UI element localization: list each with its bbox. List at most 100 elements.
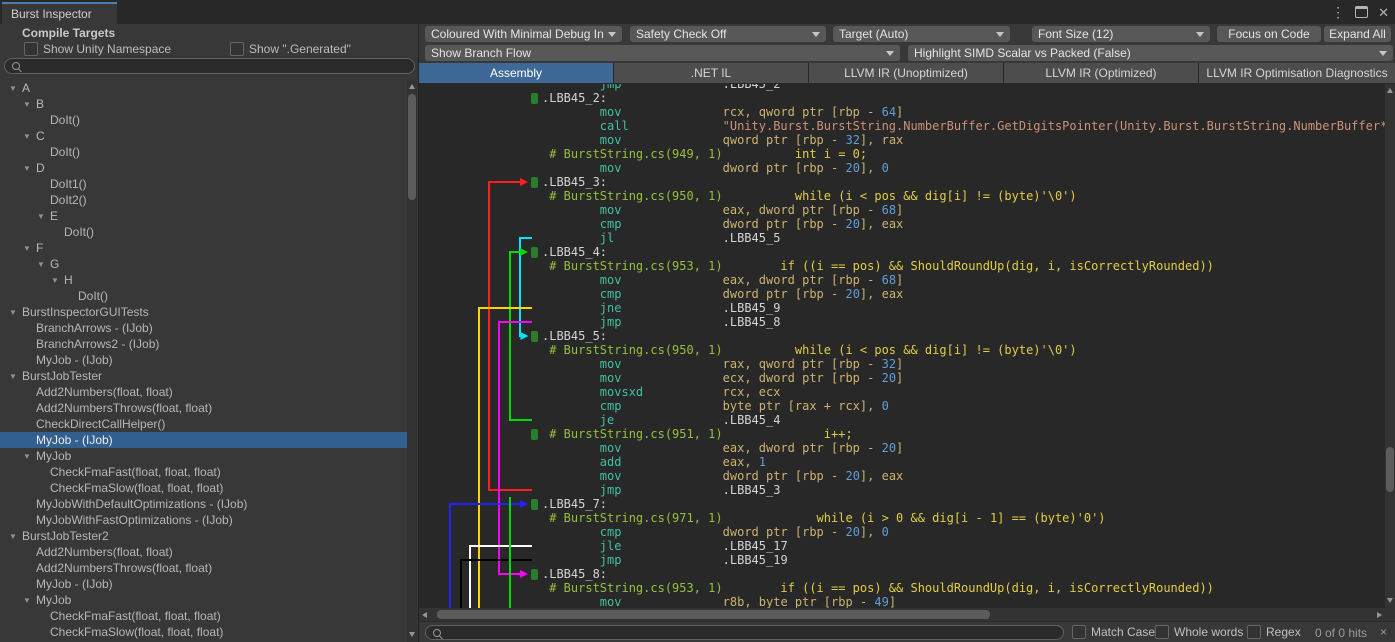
checkbox-icon[interactable] bbox=[1247, 625, 1261, 639]
tree-item-label: MyJob bbox=[36, 449, 71, 463]
tree-item[interactable]: ▼G bbox=[0, 256, 407, 272]
match-case-checkbox[interactable]: Match Case bbox=[1072, 625, 1155, 639]
tab-llvm-ir-optimized[interactable]: LLVM IR (Optimized) bbox=[1004, 63, 1198, 83]
assembly-code-view[interactable]: jmp .LBB45_2.LBB45_2: mov rcx, qword ptr… bbox=[419, 84, 1385, 608]
compile-targets-search-input[interactable] bbox=[4, 58, 415, 74]
code-horizontal-scrollbar[interactable] bbox=[419, 608, 1385, 621]
tree-item[interactable]: MyJobWithFastOptimizations - (IJob) bbox=[0, 512, 407, 528]
tree-item[interactable]: CheckFmaFast(float, float, float) bbox=[0, 608, 407, 624]
scroll-right-icon[interactable] bbox=[1377, 612, 1382, 618]
foldout-arrow-icon[interactable]: ▼ bbox=[9, 532, 22, 541]
scrollbar-thumb[interactable] bbox=[437, 610, 990, 619]
scroll-up-icon[interactable] bbox=[1387, 88, 1393, 93]
tree-item[interactable]: ▼MyJob bbox=[0, 448, 407, 464]
simd-highlight-dropdown[interactable]: Highlight SIMD Scalar vs Packed (False) bbox=[908, 45, 1393, 61]
foldout-arrow-icon[interactable]: ▼ bbox=[23, 244, 36, 253]
tree-item[interactable]: MyJob - (IJob) bbox=[0, 576, 407, 592]
tree-item[interactable]: ▼BurstJobTester2 bbox=[0, 528, 407, 544]
window-controls: ⋮ ✕ bbox=[1331, 3, 1389, 21]
tree-item[interactable]: DoIt() bbox=[0, 144, 407, 160]
branch-flow-arrows bbox=[419, 84, 1385, 608]
tree-item[interactable]: CheckFmaSlow(float, float, float) bbox=[0, 480, 407, 496]
close-icon[interactable]: ✕ bbox=[1378, 6, 1389, 19]
tree-item[interactable]: MyJob - (IJob) bbox=[0, 432, 407, 448]
scroll-down-icon[interactable] bbox=[1387, 598, 1393, 603]
tree-item[interactable]: DoIt1() bbox=[0, 176, 407, 192]
whole-words-checkbox[interactable]: Whole words bbox=[1155, 625, 1243, 639]
checkbox-label: Match Case bbox=[1091, 625, 1155, 639]
tab-assembly[interactable]: Assembly bbox=[419, 63, 613, 83]
tree-scrollbar[interactable] bbox=[407, 80, 417, 642]
show-unity-namespace-checkbox[interactable]: Show Unity Namespace bbox=[24, 42, 171, 56]
scroll-down-icon[interactable] bbox=[409, 632, 415, 637]
tree-item[interactable]: DoIt() bbox=[0, 112, 407, 128]
focus-on-code-button[interactable]: Focus on Code bbox=[1217, 26, 1321, 42]
tree-item-label: CheckFmaFast(float, float, float) bbox=[50, 609, 221, 623]
tree-item[interactable]: ▼H bbox=[0, 272, 407, 288]
dropdown-label: Target (Auto) bbox=[839, 27, 908, 41]
find-input[interactable] bbox=[425, 625, 1064, 640]
tree-item[interactable]: Add2NumbersThrows(float, float) bbox=[0, 560, 407, 576]
tree-item[interactable]: ▼E bbox=[0, 208, 407, 224]
tree-item[interactable]: ▼B bbox=[0, 96, 407, 112]
regex-checkbox[interactable]: Regex bbox=[1247, 625, 1301, 639]
checkbox-icon[interactable] bbox=[1155, 625, 1169, 639]
menu-icon[interactable]: ⋮ bbox=[1331, 5, 1345, 19]
tree-item[interactable]: ▼C bbox=[0, 128, 407, 144]
tree-item-label: C bbox=[36, 129, 45, 143]
tab-llvm-ir-unoptimized[interactable]: LLVM IR (Unoptimized) bbox=[809, 63, 1003, 83]
scroll-up-icon[interactable] bbox=[409, 84, 415, 89]
scrollbar-thumb[interactable] bbox=[408, 94, 416, 200]
foldout-arrow-icon[interactable]: ▼ bbox=[9, 372, 22, 381]
tree-item[interactable]: Add2Numbers(float, float) bbox=[0, 384, 407, 400]
checkbox-icon[interactable] bbox=[24, 42, 38, 56]
foldout-arrow-icon[interactable]: ▼ bbox=[23, 452, 36, 461]
scroll-left-icon[interactable] bbox=[422, 612, 427, 618]
show-generated-checkbox[interactable]: Show ".Generated" bbox=[230, 42, 351, 56]
checkbox-icon[interactable] bbox=[230, 42, 244, 56]
foldout-arrow-icon[interactable]: ▼ bbox=[37, 260, 50, 269]
checkbox-icon[interactable] bbox=[1072, 625, 1086, 639]
tree-item[interactable]: BranchArrows - (IJob) bbox=[0, 320, 407, 336]
branch-flow-dropdown[interactable]: Show Branch Flow bbox=[425, 45, 900, 61]
tree-item[interactable]: CheckFmaSlow(float, float, float) bbox=[0, 624, 407, 640]
code-vertical-scrollbar[interactable] bbox=[1385, 84, 1395, 608]
tree-item-label: MyJob - (IJob) bbox=[36, 353, 113, 367]
tree-item[interactable]: ▼F bbox=[0, 240, 407, 256]
tree-item[interactable]: CheckDirectCallHelper() bbox=[0, 416, 407, 432]
tree-item[interactable]: DoIt() bbox=[0, 224, 407, 240]
expand-all-button[interactable]: Expand All bbox=[1324, 26, 1391, 42]
tree-item[interactable]: ▼A bbox=[0, 80, 407, 96]
tab-dotnet-il[interactable]: .NET IL bbox=[614, 63, 808, 83]
foldout-arrow-icon[interactable]: ▼ bbox=[23, 164, 36, 173]
foldout-arrow-icon[interactable]: ▼ bbox=[23, 100, 36, 109]
tree-item[interactable]: ▼D bbox=[0, 160, 407, 176]
find-close-icon[interactable]: × bbox=[1380, 625, 1387, 639]
foldout-arrow-icon[interactable]: ▼ bbox=[23, 132, 36, 141]
foldout-arrow-icon[interactable]: ▼ bbox=[51, 276, 64, 285]
maximize-icon[interactable] bbox=[1355, 6, 1368, 18]
font-size-dropdown[interactable]: Font Size (12) bbox=[1032, 26, 1210, 42]
tree-item[interactable]: DoIt2() bbox=[0, 192, 407, 208]
tree-item[interactable]: Add2Numbers(float, float) bbox=[0, 544, 407, 560]
foldout-arrow-icon[interactable]: ▼ bbox=[9, 308, 22, 317]
tree-item[interactable]: ▼BurstInspectorGUITests bbox=[0, 304, 407, 320]
tab-llvm-ir-optimisation-diagnostics[interactable]: LLVM IR Optimisation Diagnostics bbox=[1199, 63, 1395, 83]
disassembly-mode-dropdown[interactable]: Coloured With Minimal Debug Info bbox=[425, 26, 622, 42]
foldout-arrow-icon[interactable]: ▼ bbox=[9, 84, 22, 93]
tree-item[interactable]: ▼BurstJobTester bbox=[0, 368, 407, 384]
window-tab-burst-inspector[interactable]: Burst Inspector bbox=[2, 2, 117, 24]
tree-item[interactable]: MyJob - (IJob) bbox=[0, 352, 407, 368]
foldout-arrow-icon[interactable]: ▼ bbox=[37, 212, 50, 221]
target-dropdown[interactable]: Target (Auto) bbox=[833, 26, 1010, 42]
foldout-arrow-icon[interactable]: ▼ bbox=[23, 596, 36, 605]
tree-item[interactable]: MyJobWithDefaultOptimizations - (IJob) bbox=[0, 496, 407, 512]
safety-checks-dropdown[interactable]: Safety Check Off bbox=[630, 26, 826, 42]
tree-item[interactable]: Add2NumbersThrows(float, float) bbox=[0, 400, 407, 416]
tree-item[interactable]: CheckFmaFast(float, float, float) bbox=[0, 464, 407, 480]
tree-item[interactable]: ▼MyJob bbox=[0, 592, 407, 608]
scrollbar-thumb[interactable] bbox=[1386, 447, 1394, 492]
tree-item[interactable]: BranchArrows2 - (IJob) bbox=[0, 336, 407, 352]
tree-item-label: DoIt2() bbox=[50, 193, 87, 207]
tree-item[interactable]: DoIt() bbox=[0, 288, 407, 304]
